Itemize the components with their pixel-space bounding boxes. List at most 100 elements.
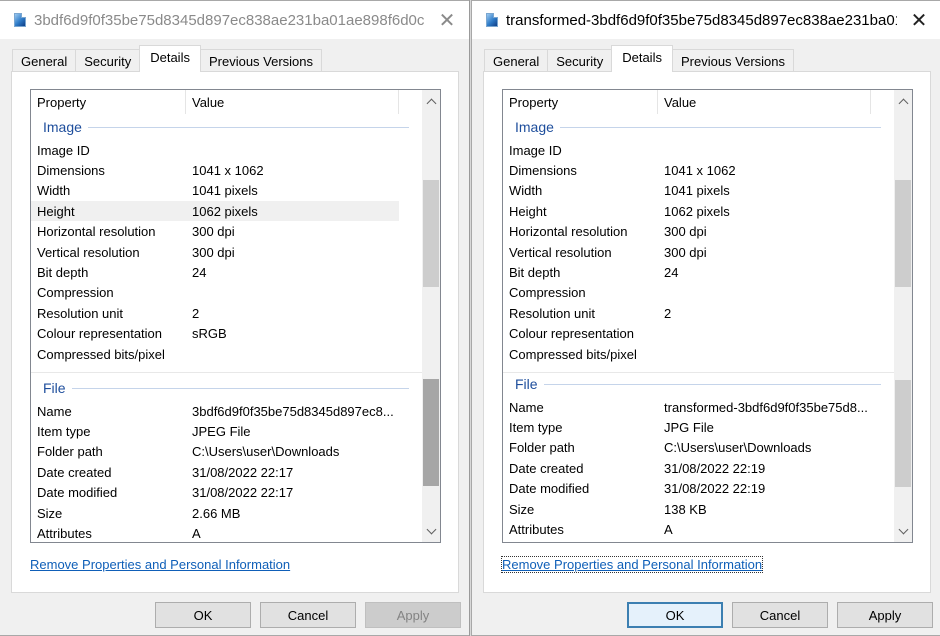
property-row[interactable]: Dimensions 1041 x 1062 xyxy=(31,160,399,180)
close-button[interactable]: ✕ xyxy=(425,1,469,39)
property-row[interactable]: Size 138 KB xyxy=(503,499,871,519)
property-row[interactable]: Vertical resolution 300 dpi xyxy=(31,242,399,262)
property-value: JPEG File xyxy=(192,423,251,439)
properties-dialog-original: 3bdf6d9f0f35be75d8345d897ec838ae231ba01a… xyxy=(0,0,470,636)
group-divider xyxy=(87,126,409,128)
chevron-up-icon xyxy=(426,98,436,108)
column-header-value[interactable]: Value xyxy=(186,90,399,114)
image-seam xyxy=(31,372,440,374)
tab-security[interactable]: Security xyxy=(547,49,613,72)
cancel-button[interactable]: Cancel xyxy=(260,602,356,628)
tab-details[interactable]: Details xyxy=(611,45,673,72)
chevron-down-icon xyxy=(898,524,908,534)
property-row[interactable]: Resolution unit 2 xyxy=(503,303,871,323)
scroll-up-button[interactable] xyxy=(894,92,912,110)
property-name: Folder path xyxy=(509,440,575,456)
scroll-up-button[interactable] xyxy=(422,92,440,110)
property-row[interactable]: Dimensions 1041 x 1062 xyxy=(503,160,871,180)
scrollbar-thumb[interactable] xyxy=(895,380,911,487)
tab-general[interactable]: General xyxy=(484,49,549,72)
cancel-button[interactable]: Cancel xyxy=(732,602,828,628)
property-row[interactable]: Name transformed-3bdf6d9f0f35be75d8... xyxy=(503,397,871,417)
property-name: Compression xyxy=(509,285,586,301)
column-header-value[interactable]: Value xyxy=(658,90,871,114)
property-row[interactable]: Horizontal resolution 300 dpi xyxy=(503,222,871,242)
property-row[interactable]: Item type JPEG File xyxy=(31,421,399,441)
apply-button[interactable]: Apply xyxy=(837,602,933,628)
apply-button[interactable]: Apply xyxy=(365,602,461,628)
tab-previous-versions[interactable]: Previous Versions xyxy=(671,49,795,72)
property-value: 24 xyxy=(192,264,207,280)
ok-button[interactable]: OK xyxy=(627,602,723,628)
property-row[interactable]: Width 1041 pixels xyxy=(31,181,399,201)
property-name: Name xyxy=(509,399,544,415)
property-row[interactable]: Height 1062 pixels xyxy=(503,201,871,221)
property-row[interactable]: Date modified 31/08/2022 22:17 xyxy=(31,483,399,503)
property-row[interactable]: Date modified 31/08/2022 22:19 xyxy=(503,479,871,499)
property-name: Size xyxy=(509,501,535,517)
tab-general[interactable]: General xyxy=(12,49,77,72)
property-name: Date created xyxy=(509,460,584,476)
scrollbar-thumb[interactable] xyxy=(423,180,439,287)
property-row[interactable]: Date created 31/08/2022 22:19 xyxy=(503,458,871,478)
property-row[interactable]: Vertical resolution 300 dpi xyxy=(503,242,871,262)
tab-security[interactable]: Security xyxy=(75,49,141,72)
scrollbar-thumb[interactable] xyxy=(423,379,439,486)
property-row[interactable]: Bit depth 24 xyxy=(503,262,871,282)
property-list[interactable]: Property Value Image Image ID Dimensions 1… xyxy=(30,89,441,543)
property-name: Vertical resolution xyxy=(509,244,612,260)
property-row[interactable]: Compression xyxy=(31,283,399,303)
property-row[interactable]: Width 1041 pixels xyxy=(503,181,871,201)
property-value: sRGB xyxy=(192,326,227,342)
property-row[interactable]: Item type JPG File xyxy=(503,417,871,437)
tab-bar: General Security Details Previous Versio… xyxy=(484,45,795,72)
property-row[interactable]: Attributes A xyxy=(31,523,399,542)
property-row[interactable]: Date created 31/08/2022 22:17 xyxy=(31,462,399,482)
property-value: 1041 pixels xyxy=(664,183,730,199)
property-row[interactable]: Folder path C:\Users\user\Downloads xyxy=(31,442,399,462)
property-name: Item type xyxy=(37,423,91,439)
close-button[interactable]: ✕ xyxy=(897,1,940,39)
remove-properties-link[interactable]: Remove Properties and Personal Informati… xyxy=(500,556,764,573)
scrollbar-thumb[interactable] xyxy=(895,180,911,287)
property-name: Height xyxy=(509,203,547,219)
property-row[interactable]: Name 3bdf6d9f0f35be75d8345d897ec8... xyxy=(31,401,399,421)
window-title: transformed-3bdf6d9f0f35be75d8345d897ec8… xyxy=(506,11,897,29)
property-row[interactable]: Attributes A xyxy=(503,519,871,539)
property-row[interactable]: Compressed bits/pixel xyxy=(31,344,399,364)
group-divider xyxy=(543,383,881,385)
vertical-scrollbar[interactable] xyxy=(894,90,912,542)
property-row[interactable]: Height 1062 pixels xyxy=(31,201,399,222)
tab-previous-versions[interactable]: Previous Versions xyxy=(199,49,323,72)
property-value: 31/08/2022 22:17 xyxy=(192,485,294,501)
remove-properties-link[interactable]: Remove Properties and Personal Informati… xyxy=(30,557,290,572)
property-row[interactable]: Colour representation sRGB xyxy=(31,324,399,344)
property-row[interactable]: Compression xyxy=(503,283,871,303)
title-bar: transformed-3bdf6d9f0f35be75d8345d897ec8… xyxy=(472,1,940,39)
property-name: Image ID xyxy=(509,142,562,158)
property-name: Compressed bits/pixel xyxy=(509,346,637,362)
window-title: 3bdf6d9f0f35be75d8345d897ec838ae231ba01a… xyxy=(34,11,425,29)
property-row[interactable]: Folder path C:\Users\user\Downloads xyxy=(503,438,871,458)
vertical-scrollbar[interactable] xyxy=(422,90,440,542)
scroll-down-button[interactable] xyxy=(422,522,440,540)
property-name: Item type xyxy=(509,419,563,435)
property-name: Dimensions xyxy=(509,162,577,178)
property-row[interactable]: Horizontal resolution 300 dpi xyxy=(31,222,399,242)
property-row[interactable]: Image ID xyxy=(31,140,399,160)
property-name: Horizontal resolution xyxy=(37,224,156,240)
column-header-property[interactable]: Property xyxy=(503,90,658,114)
property-row[interactable]: Colour representation xyxy=(503,324,871,344)
ok-button[interactable]: OK xyxy=(155,602,251,628)
property-row[interactable]: Size 2.66 MB xyxy=(31,503,399,523)
property-row[interactable]: Bit depth 24 xyxy=(31,262,399,282)
property-row[interactable]: Compressed bits/pixel xyxy=(503,344,871,364)
property-value: 31/08/2022 22:17 xyxy=(192,464,294,480)
property-name: Folder path xyxy=(37,444,103,460)
property-row[interactable]: Image ID xyxy=(503,140,871,160)
property-row[interactable]: Resolution unit 2 xyxy=(31,303,399,323)
tab-details[interactable]: Details xyxy=(139,45,201,72)
property-list[interactable]: Property Value Image Image ID Dimensions 1… xyxy=(502,89,913,543)
column-header-property[interactable]: Property xyxy=(31,90,186,114)
scroll-down-button[interactable] xyxy=(894,522,912,540)
